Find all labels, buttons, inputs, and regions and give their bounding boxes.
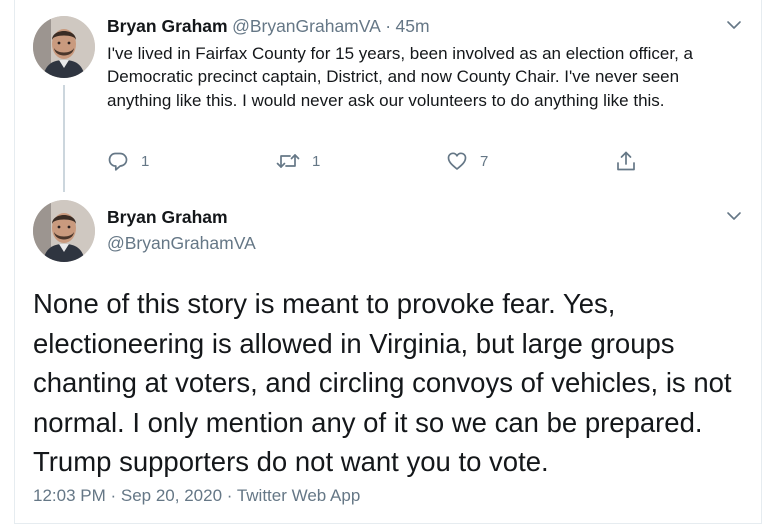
tweet-meta[interactable]: 12:03 PM · Sep 20, 2020 · Twitter Web Ap… bbox=[33, 486, 360, 506]
avatar[interactable] bbox=[33, 200, 95, 262]
tweet-text: None of this story is meant to provoke f… bbox=[33, 288, 732, 477]
reply-icon bbox=[108, 152, 128, 171]
share-icon bbox=[617, 151, 635, 171]
chevron-down-icon[interactable] bbox=[725, 207, 743, 225]
avatar[interactable] bbox=[33, 16, 95, 78]
retweet-button[interactable]: 1 bbox=[276, 150, 320, 172]
thread-line bbox=[63, 85, 65, 192]
reply-header: Bryan Graham @BryanGrahamVA · 45m bbox=[107, 16, 430, 37]
separator: · bbox=[385, 16, 392, 36]
reply-count: 1 bbox=[141, 152, 150, 170]
time-ago[interactable]: 45m bbox=[396, 16, 430, 36]
author-handle[interactable]: @BryanGrahamVA bbox=[232, 16, 381, 36]
retweet-count: 1 bbox=[312, 152, 321, 170]
heart-icon bbox=[447, 152, 467, 170]
share-button[interactable] bbox=[615, 150, 637, 172]
reply-text: I've lived in Fairfax County for 15 year… bbox=[107, 44, 693, 110]
chevron-down-icon[interactable] bbox=[725, 16, 743, 34]
reply-button[interactable]: 1 bbox=[107, 150, 149, 172]
author-name[interactable]: Bryan Graham bbox=[107, 207, 228, 228]
avatar-image bbox=[33, 16, 95, 78]
author-handle[interactable]: @BryanGrahamVA bbox=[107, 233, 256, 254]
avatar-image bbox=[33, 200, 95, 262]
like-count: 7 bbox=[480, 152, 489, 170]
author-name[interactable]: Bryan Graham bbox=[107, 16, 228, 36]
retweet-icon bbox=[276, 154, 300, 168]
like-button[interactable]: 7 bbox=[446, 150, 488, 172]
